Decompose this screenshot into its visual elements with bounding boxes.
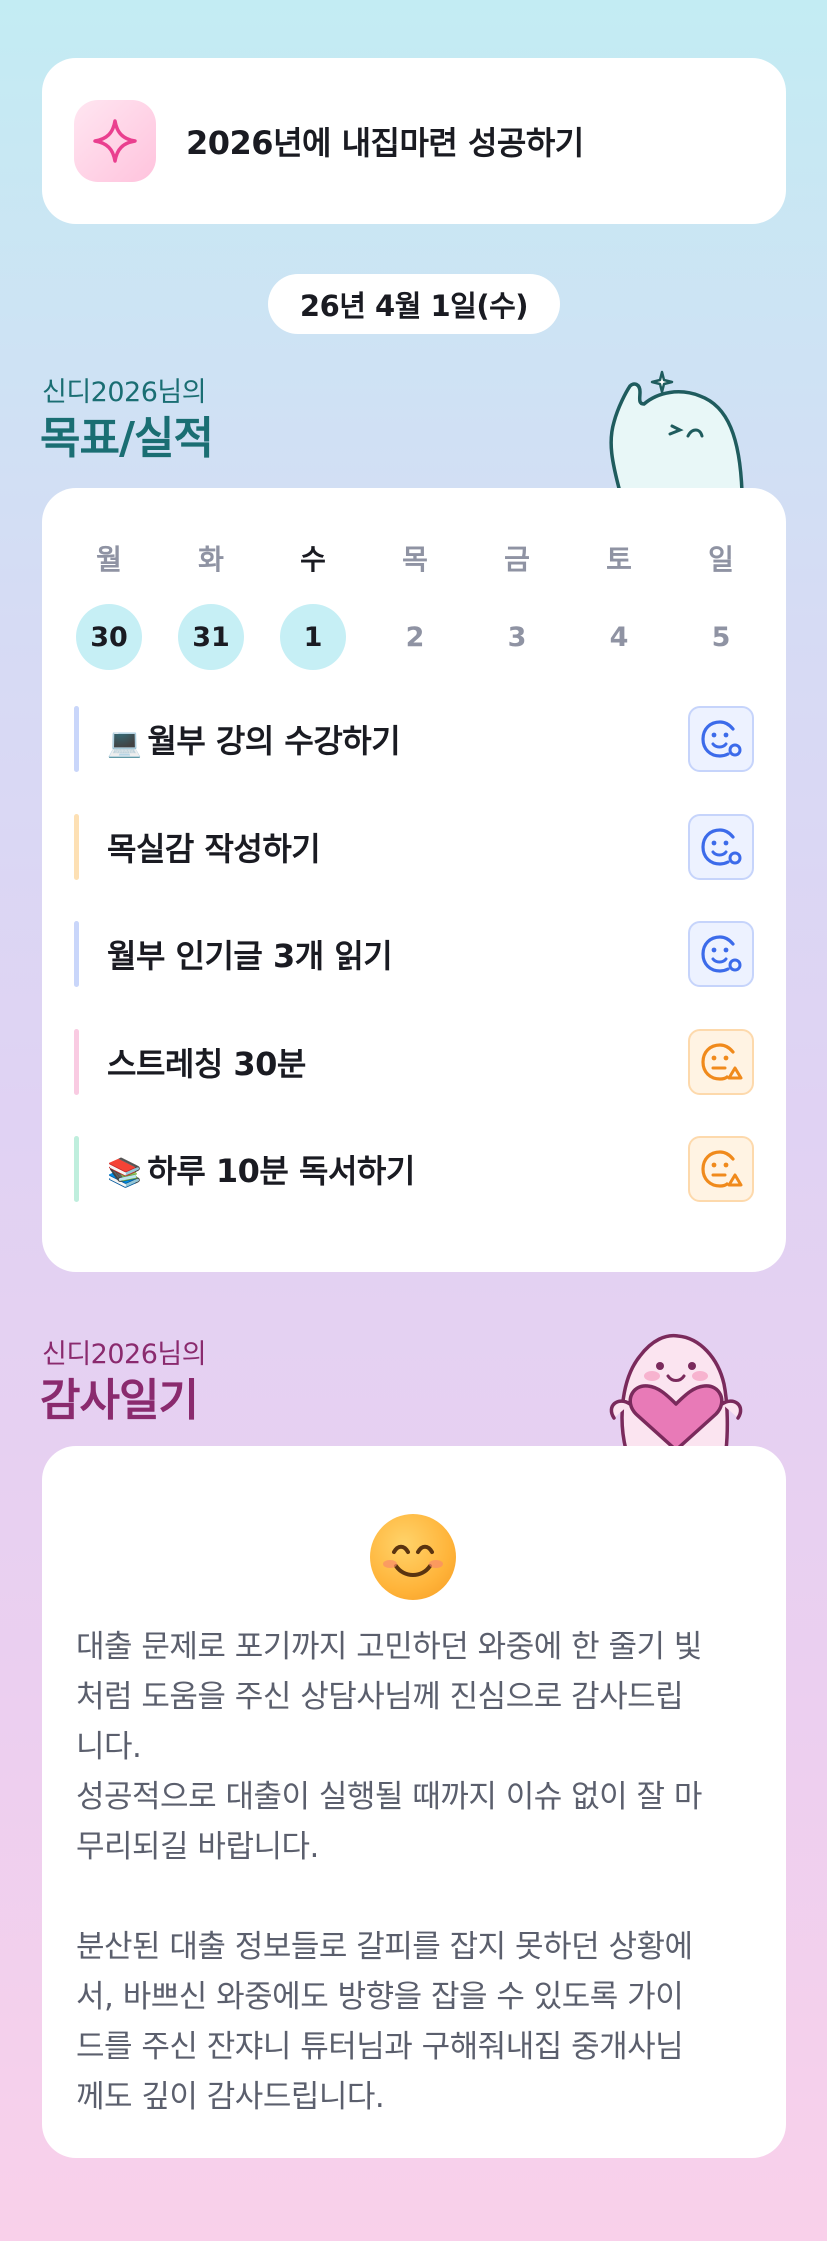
day-of-week-label: 월 [96,543,122,576]
day-of-week-label: 화 [198,543,224,576]
task-text: 하루 10분 독서하기 [147,1152,415,1190]
day-of-week-label: 금 [504,543,530,576]
diary-card: 대출 문제로 포기까지 고민하던 와중에 한 줄기 빛 처럼 도움을 주신 상담… [42,1446,786,2158]
week-day[interactable]: 수1 [280,540,346,670]
date-pill[interactable]: 26년 4월 1일(수) [268,274,560,334]
goals-card: 월 30 화 31 수 1 목 2 금 3 토 4 일 5 💻 월부 강의 수강하기 목실감 작성하기 월부 인… [42,488,786,1272]
task-color-bar [74,813,79,880]
day-number[interactable]: 4 [586,604,652,670]
task-text: 목실감 작성하기 [107,829,321,868]
task-label: 💻 월부 강의 수강하기 [107,716,688,762]
diary-section-title: 감사일기 [40,1375,199,1426]
goal-text: 2026년에 내집마련 성공하기 [186,124,584,162]
day-number[interactable]: 1 [280,604,346,670]
task-emoji: 📚 [107,1156,142,1189]
week-day[interactable]: 일5 [688,540,754,670]
week-day[interactable]: 화 31 [178,540,244,670]
task-label: 스트레칭 30분 [107,1039,688,1085]
task-label: 📚 하루 10분 독서하기 [107,1146,688,1192]
week-calendar: 월 30 화 31 수 1 목 2 금 3 토 4 일 5 [76,540,754,670]
day-number[interactable]: 31 [178,604,244,670]
status-good-face-icon[interactable] [688,921,754,987]
task-text: 스트레칭 30분 [107,1044,306,1083]
task-emoji: 💻 [107,726,142,759]
diary-text: 대출 문제로 포기까지 고민하던 와중에 한 줄기 빛 처럼 도움을 주신 상담… [76,1629,702,2115]
task-color-bar [74,706,79,772]
mascot-waving-icon [600,362,750,494]
week-day[interactable]: 토4 [586,540,652,670]
day-number[interactable]: 3 [484,604,550,670]
task-label: 월부 인기글 3개 읽기 [107,931,688,977]
status-meh-face-icon[interactable] [688,1028,754,1095]
mascot-heart-icon [596,1322,756,1452]
status-good-face-icon[interactable] [688,813,754,880]
week-day[interactable]: 금3 [484,540,550,670]
task-text: 월부 인기글 3개 읽기 [107,937,393,975]
week-day[interactable]: 월 30 [76,540,142,670]
smiling-face-icon [370,1514,456,1600]
day-number[interactable]: 30 [76,604,142,670]
week-day[interactable]: 목2 [382,540,448,670]
task-color-bar [74,921,79,987]
sparkle-icon [74,100,156,182]
day-of-week-label: 수 [300,543,326,576]
task-color-bar [74,1028,79,1095]
goal-card[interactable]: 2026년에 내집마련 성공하기 [42,58,786,224]
task-row[interactable]: 💻 월부 강의 수강하기 [74,706,754,772]
task-color-bar [74,1136,79,1202]
task-row[interactable]: 스트레칭 30분 [74,1028,754,1095]
task-text: 월부 강의 수강하기 [147,722,401,760]
day-of-week-label: 토 [606,543,632,576]
day-number[interactable]: 2 [382,604,448,670]
status-good-face-icon[interactable] [688,706,754,772]
task-label: 목실감 작성하기 [107,824,688,870]
goals-section-title: 목표/실적 [40,413,214,464]
status-meh-face-icon[interactable] [688,1136,754,1202]
task-row[interactable]: 목실감 작성하기 [74,813,754,880]
task-row[interactable]: 월부 인기글 3개 읽기 [74,921,754,987]
task-row[interactable]: 📚 하루 10분 독서하기 [74,1136,754,1202]
day-number[interactable]: 5 [688,604,754,670]
day-of-week-label: 일 [708,543,734,576]
day-of-week-label: 목 [402,543,428,576]
